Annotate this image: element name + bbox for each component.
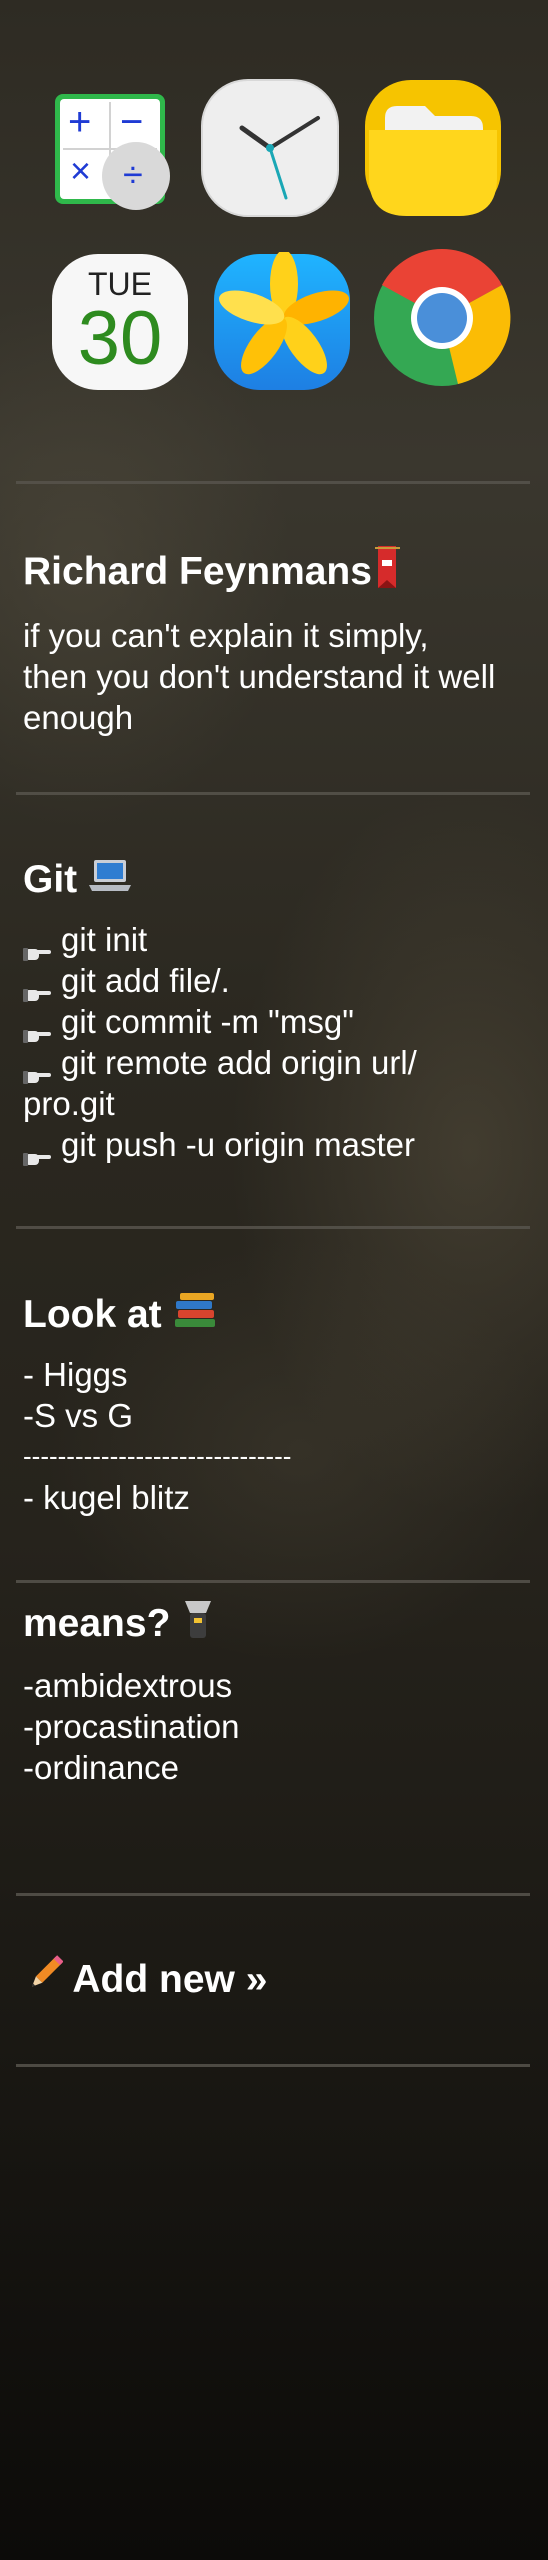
- note-line: - Higgs: [23, 1356, 128, 1394]
- git-command: git commit -m "msg": [61, 1002, 354, 1040]
- divider: [16, 1893, 530, 1896]
- calculator-times: ×: [70, 150, 92, 191]
- note-title: means?: [23, 1598, 533, 1653]
- note-line: -------------------------------: [23, 1441, 292, 1472]
- git-command: git push -u origin master: [61, 1125, 415, 1163]
- note-body: -ambidextrous -procastination -ordinance: [23, 1665, 533, 1788]
- pointing-hand-icon: [23, 1055, 53, 1084]
- divider: [16, 792, 530, 795]
- bookmark-icon: [372, 544, 402, 603]
- note-line: -ordinance: [23, 1749, 179, 1786]
- note-body: if you can't explain it simply, then you…: [23, 615, 533, 738]
- note-body: git init git add file/. git commit -m "m…: [23, 919, 533, 1166]
- note-line: pro.git: [23, 1084, 115, 1122]
- pointing-hand-icon: [23, 1014, 53, 1043]
- note-line: -S vs G: [23, 1397, 134, 1435]
- chrome-app-icon[interactable]: [372, 248, 512, 388]
- divider: [16, 1580, 530, 1583]
- note-line: - kugel blitz: [23, 1479, 190, 1517]
- note-title-text: Richard Feynmans: [23, 549, 372, 593]
- calculator-minus: −: [120, 100, 144, 144]
- calendar-app-icon[interactable]: TUE 30: [50, 252, 190, 392]
- divider: [16, 481, 530, 484]
- git-command: git init: [61, 920, 148, 958]
- note-title-text: means?: [23, 1601, 171, 1645]
- divider: [16, 1226, 530, 1229]
- note-title: Richard Feynmans: [23, 544, 533, 603]
- note-card-look-at[interactable]: Look at - Higgs -S vs G ----------------…: [23, 1290, 533, 1518]
- note-title: Look at: [23, 1290, 533, 1342]
- git-command: git remote add origin url/: [61, 1043, 417, 1081]
- note-card-git[interactable]: Git git init git add file/. git commit -…: [23, 855, 533, 1166]
- note-card-means[interactable]: means? -ambidextrous -procastination -or…: [23, 1598, 533, 1788]
- pencil-icon: [23, 1955, 64, 2008]
- note-line: -procastination: [23, 1708, 240, 1745]
- clock-app-icon[interactable]: [200, 78, 340, 218]
- note-card-feynman[interactable]: Richard Feynmans if you can't explain it…: [23, 544, 533, 738]
- laptop-icon: [88, 857, 132, 907]
- calculator-app-icon[interactable]: + − × ÷: [50, 90, 190, 230]
- calculator-divide: ÷: [123, 154, 143, 195]
- add-new-label: Add new »: [23, 1955, 533, 2008]
- note-line: then you don't understand it well: [23, 658, 496, 695]
- note-line: enough: [23, 699, 134, 736]
- pointing-hand-icon: [23, 1137, 53, 1166]
- app-icon-grid: + − × ÷ TUE 30: [0, 0, 548, 450]
- note-title-text: Look at: [23, 1293, 162, 1336]
- note-line: git init: [23, 919, 533, 961]
- note-line: git remote add origin url/: [23, 1042, 533, 1084]
- gallery-app-icon[interactable]: [212, 250, 352, 392]
- git-command: git add file/.: [61, 961, 230, 999]
- note-title-text: Git: [23, 858, 78, 901]
- add-new-text: Add new »: [72, 1958, 268, 2001]
- note-title: Git: [23, 855, 533, 907]
- flashlight-icon: [181, 1598, 215, 1653]
- note-line: -ambidextrous: [23, 1667, 233, 1704]
- calendar-day: 30: [77, 296, 163, 381]
- add-new-button[interactable]: Add new »: [23, 1955, 533, 2008]
- note-body: - Higgs -S vs G ------------------------…: [23, 1354, 533, 1518]
- calculator-plus: +: [68, 100, 92, 144]
- pointing-hand-icon: [23, 973, 53, 1002]
- note-line: if you can't explain it simply,: [23, 617, 429, 654]
- note-line: git commit -m "msg": [23, 1001, 533, 1043]
- pointing-hand-icon: [23, 932, 53, 961]
- note-line: git add file/.: [23, 960, 533, 1002]
- note-line: git push -u origin master: [23, 1124, 533, 1166]
- books-icon: [173, 1291, 217, 1342]
- divider: [16, 2064, 530, 2067]
- files-app-icon[interactable]: [363, 78, 503, 218]
